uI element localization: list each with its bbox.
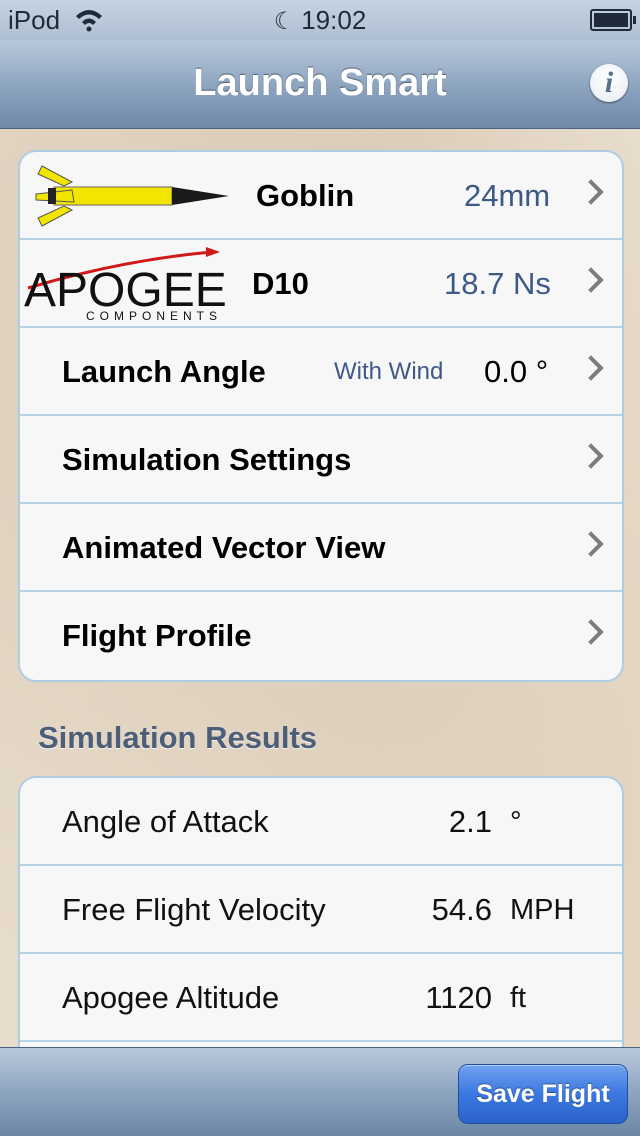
rocket-row[interactable]: Goblin 24mm [20, 152, 622, 240]
clock-time: 19:02 [301, 5, 367, 35]
launch-angle-wind: With Wind [334, 358, 444, 385]
chevron-right-icon [578, 179, 604, 205]
rocket-image [35, 165, 229, 227]
launch-angle-row[interactable]: Launch Angle With Wind 0.0 ° [20, 328, 622, 416]
status-bar: iPod ☾ 19:02 [0, 0, 640, 40]
moon-icon: ☾ [273, 8, 296, 35]
flight-profile-row[interactable]: Flight Profile [20, 592, 622, 680]
flight-profile-label: Flight Profile [62, 618, 252, 653]
rocket-diameter: 24mm [464, 178, 551, 213]
simulation-settings-row[interactable]: Simulation Settings [20, 416, 622, 504]
result-label: Free Flight Velocity [62, 892, 326, 927]
animated-vector-view-row[interactable]: Animated Vector View [20, 504, 622, 592]
animated-vector-view-label: Animated Vector View [62, 530, 386, 565]
launch-angle-value: 0.0 ° [484, 354, 549, 389]
motor-impulse: 18.7 Ns [444, 266, 551, 301]
result-label: Angle of Attack [62, 804, 269, 839]
result-unit: ft [510, 982, 527, 1014]
result-row-velocity: Free Flight Velocity 54.6 MPH [20, 866, 622, 954]
chevron-right-icon [578, 531, 604, 557]
result-row-altitude: Apogee Altitude 1120 ft [20, 954, 622, 1042]
chevron-right-icon [578, 267, 604, 293]
apogee-logo-subtext: COMPONENTS [86, 309, 222, 323]
rocket-name: Goblin [256, 178, 355, 213]
battery-icon [590, 9, 636, 31]
info-icon[interactable]: i [590, 64, 628, 102]
motor-name: D10 [252, 266, 309, 301]
result-row-angle-of-attack: Angle of Attack 2.1 ° [20, 778, 622, 866]
config-table: Goblin 24mm APOGEE COMPONENTS D10 18.7 N… [18, 150, 624, 682]
result-label: Apogee Altitude [62, 980, 280, 1015]
result-value: 2.1 [448, 804, 492, 839]
launch-angle-label: Launch Angle [62, 354, 266, 389]
chevron-right-icon [578, 619, 604, 645]
result-unit: ° [510, 806, 522, 838]
result-value: 1120 [425, 980, 492, 1015]
results-table: Angle of Attack 2.1 ° Free Flight Veloci… [18, 776, 624, 1070]
simulation-settings-label: Simulation Settings [62, 442, 352, 477]
chevron-right-icon [578, 355, 604, 381]
result-unit: MPH [510, 894, 575, 926]
section-header: Simulation Results [38, 720, 318, 755]
page-title: Launch Smart [193, 62, 447, 104]
save-flight-button[interactable]: Save Flight [458, 1064, 628, 1124]
chevron-right-icon [578, 443, 604, 469]
result-value: 54.6 [431, 892, 492, 927]
apogee-logo: APOGEE COMPONENTS [24, 247, 227, 323]
motor-row[interactable]: APOGEE COMPONENTS D10 18.7 Ns [20, 240, 622, 328]
bottom-toolbar: Save Flight [0, 1047, 640, 1136]
navigation-bar: Launch Smart i [0, 40, 640, 129]
